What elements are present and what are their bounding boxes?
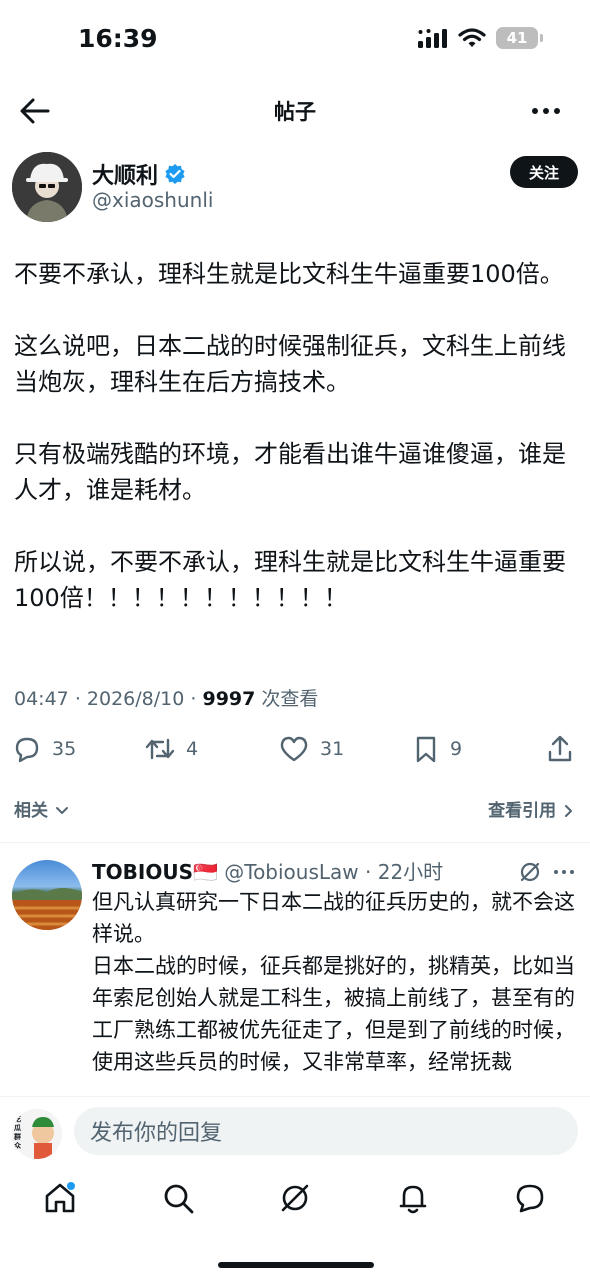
post-paragraph: 所以说，不要不承认，理科生就是比文科生牛逼重要100倍！！！！！！！！！！！ — [14, 548, 566, 612]
post-paragraph: 这么说吧，日本二战的时候强制征兵，文科生上前线当炮灰，理科生在后方搞技术。 — [14, 332, 566, 396]
follow-button[interactable]: 关注 — [510, 156, 578, 188]
divider — [0, 842, 590, 843]
grok-icon — [281, 1184, 309, 1212]
reply-author-name[interactable]: TOBIOUS🇸🇬 — [92, 860, 218, 884]
author-avatar[interactable] — [12, 152, 82, 222]
author-name[interactable]: 大顺利 — [92, 158, 158, 190]
reply-author-handle[interactable]: @TobiousLaw — [224, 860, 358, 884]
chevron-down-icon — [55, 807, 68, 814]
back-button[interactable] — [18, 96, 52, 126]
related-label: 相关 — [14, 801, 48, 821]
home-indicator — [218, 1262, 374, 1268]
author-name-row[interactable]: 大顺利 — [92, 158, 186, 190]
reply-icon — [15, 737, 39, 763]
share-action[interactable] — [546, 734, 574, 764]
avatar-caption: 吃瓜群众 — [14, 1115, 21, 1150]
meta-separator: · — [190, 688, 203, 710]
wifi-icon — [458, 28, 486, 47]
view-count: 9997 — [202, 688, 256, 710]
post-meta: 04:47 · 2026/8/10 · 9997 次查看 — [14, 684, 318, 711]
status-icons: 41 — [418, 27, 543, 49]
tab-search[interactable] — [160, 1180, 196, 1216]
reply-paragraph: 但凡认真研究一下日本二战的征兵历史的，就不会这样说。 — [92, 890, 575, 946]
repost-icon — [145, 738, 175, 760]
bookmark-action[interactable]: 9 — [412, 734, 462, 764]
post-date: 2026/8/10 — [86, 688, 185, 710]
bottom-tab-bar — [0, 1168, 590, 1232]
current-user-avatar[interactable]: 吃瓜群众 — [12, 1109, 62, 1159]
view-quotes-label: 查看引用 — [488, 801, 557, 821]
battery-indicator: 41 — [496, 27, 543, 49]
verified-badge-icon — [165, 164, 185, 184]
post-text: 不要不承认，理科生就是比文科生牛逼重要100倍。 这么说吧，日本二战的时候强制征… — [14, 256, 574, 652]
related-dropdown[interactable]: 相关 — [14, 796, 70, 821]
chevron-right-icon — [565, 805, 572, 817]
repost-action[interactable]: 4 — [144, 734, 198, 764]
grok-icon[interactable] — [518, 860, 542, 884]
reply-avatar-landscape — [12, 888, 82, 930]
more-options-button[interactable] — [530, 96, 562, 126]
reply-header: TOBIOUS🇸🇬 @TobiousLaw · 22小时 — [92, 856, 578, 886]
view-quotes-link[interactable]: 查看引用 — [488, 796, 576, 821]
tab-notifications[interactable] — [395, 1180, 431, 1216]
avatar-illustration — [12, 152, 82, 222]
meta-separator: · — [365, 860, 372, 884]
reply-time: 22小时 — [377, 860, 444, 884]
home-icon — [45, 1182, 75, 1213]
reply-avatar[interactable] — [12, 860, 82, 930]
post-paragraph: 只有极端残酷的环境，才能看出谁牛逼谁傻逼，谁是人才，谁是耗材。 — [14, 440, 566, 504]
bell-icon — [399, 1185, 427, 1214]
signal-icon — [418, 29, 447, 48]
chat-bubble-icon — [516, 1184, 544, 1213]
reply-count: 35 — [52, 738, 77, 760]
reply-text: 但凡认真研究一下日本二战的征兵历史的，就不会这样说。 日本二战的时候，征兵都是挑… — [92, 886, 578, 1078]
search-icon — [164, 1184, 194, 1214]
status-time: 16:39 — [78, 24, 158, 53]
status-bar: 16:39 41 — [0, 0, 590, 80]
related-row: 相关 查看引用 — [14, 796, 576, 824]
nav-bar: 帖子 — [0, 86, 590, 136]
post-actions: 35 4 31 9 — [12, 730, 578, 770]
share-icon — [548, 735, 572, 762]
arrow-left-icon — [20, 98, 50, 124]
tab-grok[interactable] — [277, 1180, 313, 1216]
reply-item[interactable]: TOBIOUS🇸🇬 @TobiousLaw · 22小时 但凡认真研究一下日本二… — [12, 856, 578, 1094]
like-count: 31 — [320, 738, 345, 760]
tab-home[interactable] — [42, 1180, 78, 1216]
like-action[interactable]: 31 — [278, 734, 344, 764]
view-label: 次查看 — [261, 688, 319, 710]
post-time: 04:47 — [14, 688, 69, 710]
bookmark-count: 9 — [450, 738, 463, 760]
post-paragraph: 不要不承认，理科生就是比文科生牛逼重要100倍。 — [14, 260, 564, 288]
repost-count: 4 — [186, 738, 199, 760]
author-handle[interactable]: @xiaoshunli — [92, 188, 213, 212]
reply-paragraph: 日本二战的时候，征兵都是挑好的，挑精英，比如当年索尼创始人就是工科生，被搞上前线… — [92, 954, 575, 1074]
reply-composer: 吃瓜群众 发布你的回复 — [0, 1096, 590, 1168]
tab-messages[interactable] — [512, 1180, 548, 1216]
bookmark-icon — [416, 736, 436, 763]
page-title: 帖子 — [274, 100, 316, 124]
more-horizontal-icon — [532, 108, 560, 114]
heart-icon — [280, 736, 308, 762]
reply-action[interactable]: 35 — [12, 734, 76, 764]
reply-input[interactable]: 发布你的回复 — [74, 1107, 578, 1155]
meta-separator: · — [74, 688, 87, 710]
reply-more-icon[interactable] — [552, 860, 576, 884]
post-author: 大顺利 @xiaoshunli 关注 — [12, 150, 578, 224]
